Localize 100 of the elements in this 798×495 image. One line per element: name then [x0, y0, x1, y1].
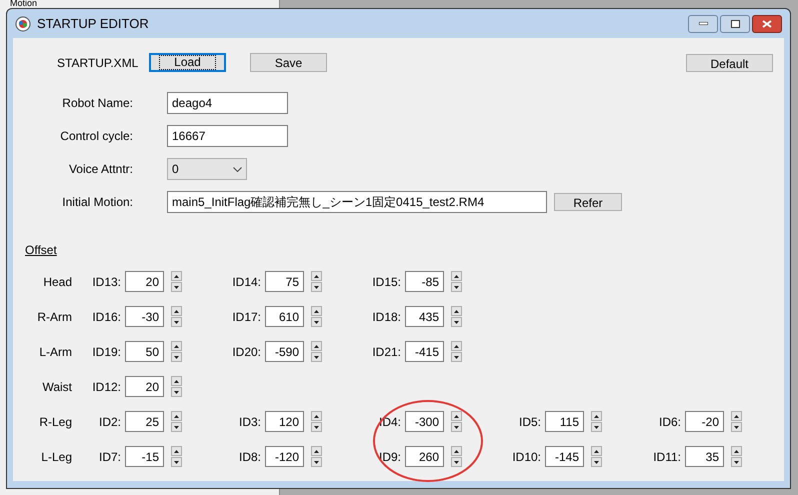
number-field[interactable]: 35 [685, 446, 724, 467]
spin-up-button[interactable] [311, 446, 322, 456]
spin-up-button[interactable] [451, 271, 462, 281]
spin-down-button[interactable] [311, 282, 322, 292]
spin-down-button[interactable] [731, 422, 742, 432]
number-field[interactable]: 435 [405, 306, 444, 327]
down-arrow-icon [454, 320, 459, 324]
part-label: L-Leg [40, 448, 72, 466]
spin-up-button[interactable] [171, 271, 182, 281]
number-field[interactable]: 75 [265, 271, 304, 292]
number-field[interactable]: -145 [545, 446, 584, 467]
up-arrow-icon [314, 310, 319, 312]
down-arrow-icon [174, 356, 179, 358]
number-field[interactable]: -590 [265, 341, 304, 362]
spin-up-button[interactable] [311, 306, 322, 316]
spin-down-button[interactable] [451, 317, 462, 327]
up-arrow-icon [174, 310, 179, 312]
spin-down-button[interactable] [311, 457, 322, 467]
spin-down-button[interactable] [731, 457, 742, 467]
dropdown[interactable]: 0 [167, 158, 247, 180]
number-field[interactable]: -20 [685, 411, 724, 432]
number-field[interactable]: 20 [125, 376, 164, 397]
spin-down-button[interactable] [311, 317, 322, 327]
part-label: R-Leg [38, 414, 72, 430]
id-label: ID3: [238, 414, 262, 430]
down-arrow-icon [174, 460, 179, 464]
number-field[interactable]: -85 [405, 271, 444, 292]
number-field[interactable]: -15 [125, 446, 164, 467]
spin-down-button[interactable] [451, 457, 462, 467]
id-label: ID12: [91, 378, 122, 396]
field-label: Initial Motion: [61, 194, 133, 211]
spin-up-button[interactable] [171, 376, 182, 386]
minimize-button[interactable] [688, 14, 718, 32]
spin-up-button[interactable] [451, 446, 462, 456]
down-arrow-icon [454, 356, 459, 358]
spin-down-button[interactable] [591, 457, 602, 467]
id-label: ID17: [231, 308, 262, 326]
id-label: ID10: [511, 448, 542, 466]
refer-button[interactable]: Refer [554, 193, 622, 211]
maximize-button[interactable] [720, 14, 750, 32]
spin-up-button[interactable] [311, 411, 322, 421]
id-label: ID14: [231, 274, 262, 290]
number-field[interactable]: -120 [265, 446, 304, 467]
number-field[interactable]: 115 [545, 411, 584, 432]
number-field[interactable]: -300 [405, 411, 444, 432]
text-field[interactable]: deago4 [167, 92, 288, 114]
up-arrow-icon [174, 414, 179, 418]
down-arrow-icon [174, 286, 179, 288]
up-arrow-icon [734, 414, 739, 418]
up-arrow-icon [314, 344, 319, 348]
spin-down-button[interactable] [171, 317, 182, 327]
spin-up-button[interactable] [591, 446, 602, 456]
spin-up-button[interactable] [171, 411, 182, 421]
up-arrow-icon [174, 450, 179, 452]
spin-down-button[interactable] [171, 387, 182, 397]
spin-down-button[interactable] [591, 422, 602, 432]
spin-down-button[interactable] [171, 457, 182, 467]
number-field[interactable]: 20 [125, 271, 164, 292]
text-field[interactable]: 16667 [167, 125, 288, 147]
number-field[interactable]: 25 [125, 411, 164, 432]
spin-up-button[interactable] [311, 341, 322, 351]
spin-down-button[interactable] [171, 282, 182, 292]
text-field[interactable]: main5_InitFlag確認補完無し_シーン1固定0415_test2.RM4 [167, 191, 547, 213]
push-button[interactable]: Save [250, 53, 327, 72]
up-arrow-icon [734, 450, 739, 452]
close-button[interactable] [752, 14, 782, 32]
close-icon [762, 20, 772, 28]
part-label: Head [42, 274, 72, 290]
spin-down-button[interactable] [171, 352, 182, 362]
number-field[interactable]: -30 [125, 306, 164, 327]
number-field[interactable]: 50 [125, 341, 164, 362]
spin-up-button[interactable] [311, 271, 322, 281]
default-button[interactable]: Default [686, 54, 773, 72]
spin-up-button[interactable] [451, 341, 462, 351]
spin-down-button[interactable] [451, 352, 462, 362]
down-arrow-icon [594, 426, 599, 428]
spin-down-button[interactable] [311, 352, 322, 362]
number-field[interactable]: 120 [265, 411, 304, 432]
spin-up-button[interactable] [731, 411, 742, 421]
number-field[interactable]: -415 [405, 341, 444, 362]
spin-up-button[interactable] [171, 341, 182, 351]
push-button[interactable]: Load [149, 53, 226, 72]
spin-up-button[interactable] [591, 411, 602, 421]
spin-up-button[interactable] [451, 411, 462, 421]
spin-down-button[interactable] [171, 422, 182, 432]
part-label: R-Arm [36, 308, 72, 326]
id-label: ID19: [91, 344, 122, 360]
window-title: STARTUP EDITOR [37, 14, 149, 33]
spin-up-button[interactable] [171, 446, 182, 456]
spin-down-button[interactable] [451, 282, 462, 292]
spin-up-button[interactable] [171, 306, 182, 316]
file-label: STARTUP.XML [57, 54, 140, 72]
number-field[interactable]: 260 [405, 446, 444, 467]
spin-up-button[interactable] [731, 446, 742, 456]
down-arrow-icon [314, 320, 319, 324]
down-arrow-icon [454, 426, 459, 428]
number-field[interactable]: 610 [265, 306, 304, 327]
spin-down-button[interactable] [311, 422, 322, 432]
spin-up-button[interactable] [451, 306, 462, 316]
spin-down-button[interactable] [451, 422, 462, 432]
